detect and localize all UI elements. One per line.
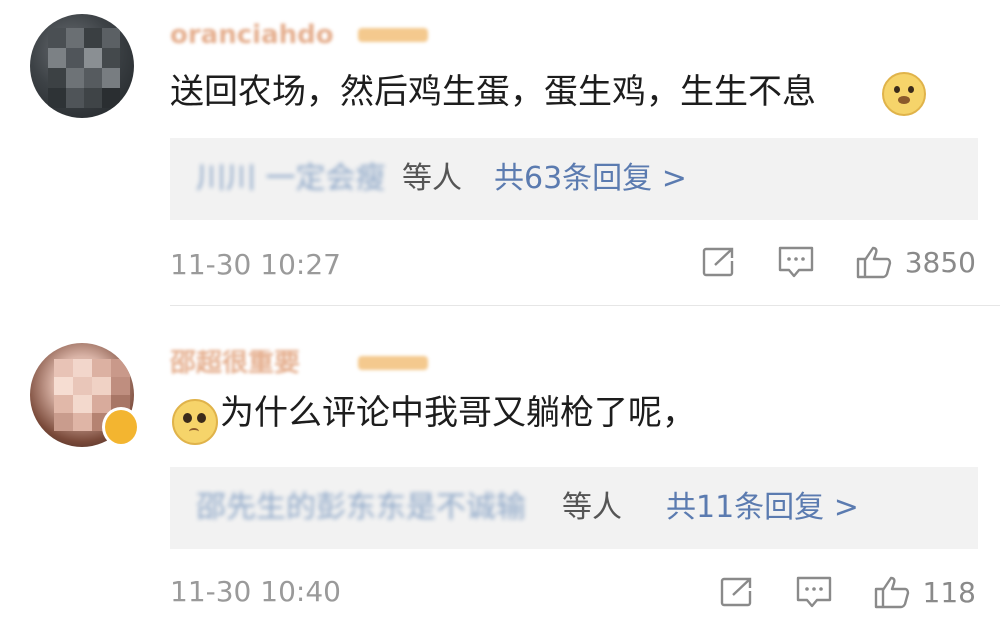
like-button[interactable]: 118 [873,574,976,610]
comment-icon[interactable] [795,575,833,609]
comment-time: 11-30 10:40 [170,575,341,608]
avatar[interactable] [30,14,134,118]
repost-icon[interactable] [719,576,755,608]
comment-icon[interactable] [777,245,815,279]
like-count: 3850 [904,245,976,279]
username[interactable]: 邵超很重要 [170,350,430,376]
like-count: 118 [922,575,976,609]
comment-time: 11-30 10:27 [170,248,341,281]
avatar-mosaic [48,28,120,108]
comment-text: 送回农场，然后鸡生蛋，蛋生鸡，生生不息 [170,72,816,112]
divider [170,305,1000,306]
reply-names: 川川 一定会瘦 [196,161,386,196]
reply-count-link[interactable]: 共11条回复 > [666,489,859,527]
action-bar: 3850 [661,242,976,282]
reply-suffix: 等人 [402,161,462,196]
thumbs-up-icon [856,246,891,279]
comment-item: oranciahdo 送回农场，然后鸡生蛋，蛋生鸡，生生不息 川川 一定会瘦 等… [0,0,1000,306]
comment-text: 为什么评论中我哥又躺枪了呢， [220,393,696,433]
thumbs-up-icon [874,576,909,609]
doge-emoji-icon [882,72,926,116]
pleading-emoji-icon [172,399,218,445]
username[interactable]: oranciahdo [170,22,430,48]
vip-badge [358,28,428,42]
vip-badge [358,356,428,370]
comment-item: 邵超很重要 为什么评论中我哥又躺枪了呢， 邵先生的彭东东是不诚输 等人 共11条… [0,307,1000,627]
reply-preview[interactable]: 川川 一定会瘦 等人 共63条回复 > [170,138,978,220]
action-bar: 118 [679,572,976,612]
repost-icon[interactable] [701,246,737,278]
reply-count-link[interactable]: 共63条回复 > [494,160,687,198]
like-button[interactable]: 3850 [855,244,976,280]
reply-suffix: 等人 [562,490,622,525]
reply-preview[interactable]: 邵先生的彭东东是不诚输 等人 共11条回复 > [170,467,978,549]
verified-badge-icon [102,407,140,447]
reply-names: 邵先生的彭东东是不诚输 [196,490,526,525]
